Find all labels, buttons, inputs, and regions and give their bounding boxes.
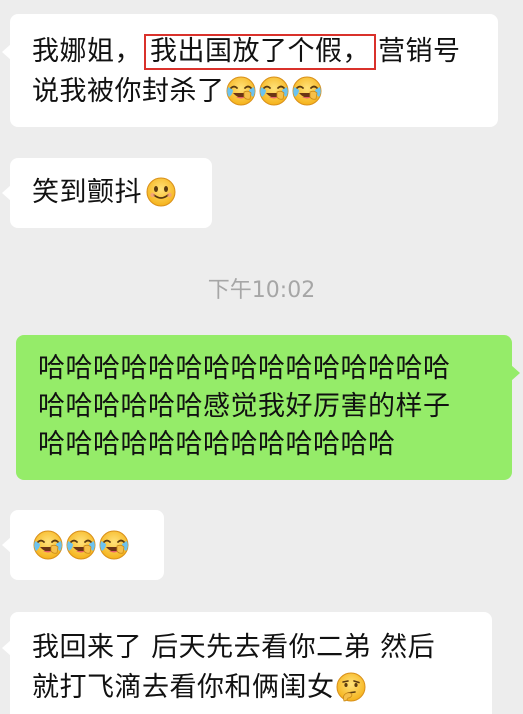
message-line: 说我被你封杀了 bbox=[32, 74, 498, 112]
message-line: 我娜姐， 我出国放了个假， 营销号 bbox=[32, 34, 498, 72]
laugh-cry-emoji bbox=[32, 529, 64, 561]
laugh-cry-emoji bbox=[65, 529, 97, 561]
message-bubble-incoming[interactable]: 笑到颤抖 bbox=[2, 158, 212, 228]
message-line: 我回来了 后天先去看你二弟 然后 bbox=[32, 632, 436, 663]
message-text: 笑到颤抖 bbox=[32, 177, 142, 208]
message-text: 我娜姐， bbox=[32, 36, 142, 67]
bubble-tail bbox=[511, 365, 520, 381]
message-bubble-incoming[interactable]: 我回来了 后天先去看你二弟 然后 就打飞滴去看你和俩闺女 bbox=[2, 612, 492, 714]
laugh-cry-emoji bbox=[258, 75, 290, 107]
message-bubble-incoming[interactable] bbox=[2, 510, 164, 580]
chat-area[interactable]: 我娜姐， 我出国放了个假， 营销号 说我被你封杀了 笑到颤抖 下午10:02 哈哈哈… bbox=[0, 0, 523, 714]
bubble-tail bbox=[2, 44, 11, 60]
bubble-tail bbox=[2, 537, 11, 553]
bubble-tail bbox=[2, 185, 11, 201]
message-bubble-outgoing[interactable]: 哈哈哈哈哈哈哈哈哈哈哈哈哈哈哈 哈哈哈哈哈哈感觉我好厉害的样子 哈哈哈哈哈哈哈哈… bbox=[16, 335, 520, 480]
message-line: 哈哈哈哈哈哈感觉我好厉害的样子 bbox=[38, 391, 451, 422]
message-text: 就打飞滴去看你和俩闺女 bbox=[32, 672, 335, 703]
laugh-cry-emoji bbox=[291, 75, 323, 107]
message-bubble-incoming[interactable]: 我娜姐， 我出国放了个假， 营销号 说我被你封杀了 bbox=[2, 14, 498, 127]
thinking-emoji bbox=[335, 671, 367, 703]
bubble-tail bbox=[2, 640, 11, 656]
laugh-cry-emoji bbox=[225, 75, 257, 107]
message-line: 哈哈哈哈哈哈哈哈哈哈哈哈哈哈哈 bbox=[38, 353, 451, 384]
message-line: 就打飞滴去看你和俩闺女 bbox=[32, 670, 492, 708]
message-text: 营销号 bbox=[378, 36, 461, 67]
laugh-cry-emoji bbox=[98, 529, 130, 561]
message-text: 说我被你封杀了 bbox=[32, 76, 225, 107]
message-line: 哈哈哈哈哈哈哈哈哈哈哈哈哈 bbox=[38, 429, 396, 460]
highlighted-text: 我出国放了个假， bbox=[144, 34, 376, 70]
smile-emoji bbox=[145, 176, 177, 208]
timestamp: 下午10:02 bbox=[207, 278, 316, 303]
